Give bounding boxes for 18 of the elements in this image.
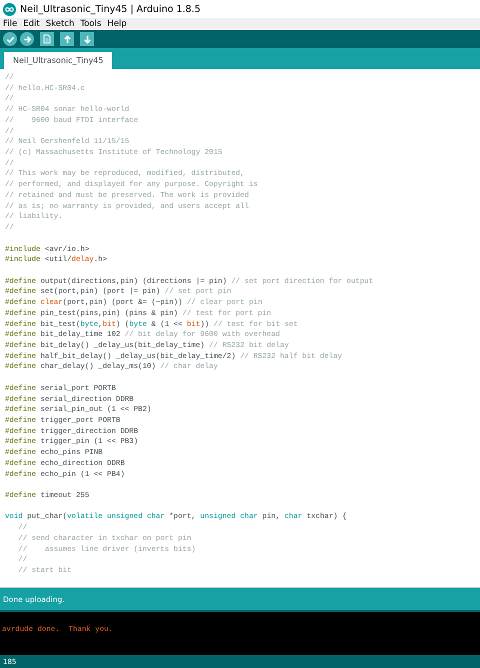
upload-button[interactable] xyxy=(20,32,34,46)
save-button[interactable] xyxy=(80,32,94,46)
verify-button[interactable] xyxy=(3,32,17,46)
menu-item[interactable]: Sketch xyxy=(46,19,74,29)
menu-item[interactable]: Tools xyxy=(80,19,102,29)
infinity-logo-icon xyxy=(3,2,16,16)
arrow-up-icon xyxy=(62,34,72,44)
file-tab[interactable]: Neil_Ultrasonic_Tiny45 xyxy=(4,52,112,69)
menu-item[interactable]: Help xyxy=(107,19,127,29)
arrow-right-icon xyxy=(22,34,32,44)
check-icon xyxy=(6,34,14,44)
arrow-down-icon xyxy=(82,34,92,44)
open-button[interactable] xyxy=(60,32,74,46)
new-button[interactable] xyxy=(40,32,54,46)
menu-item[interactable]: File xyxy=(3,19,18,29)
menu-item[interactable]: Edit xyxy=(23,19,40,29)
document-icon xyxy=(43,34,51,44)
window-title: Neil_Ultrasonic_Tiny45 | Arduino 1.8.5 xyxy=(20,4,200,14)
